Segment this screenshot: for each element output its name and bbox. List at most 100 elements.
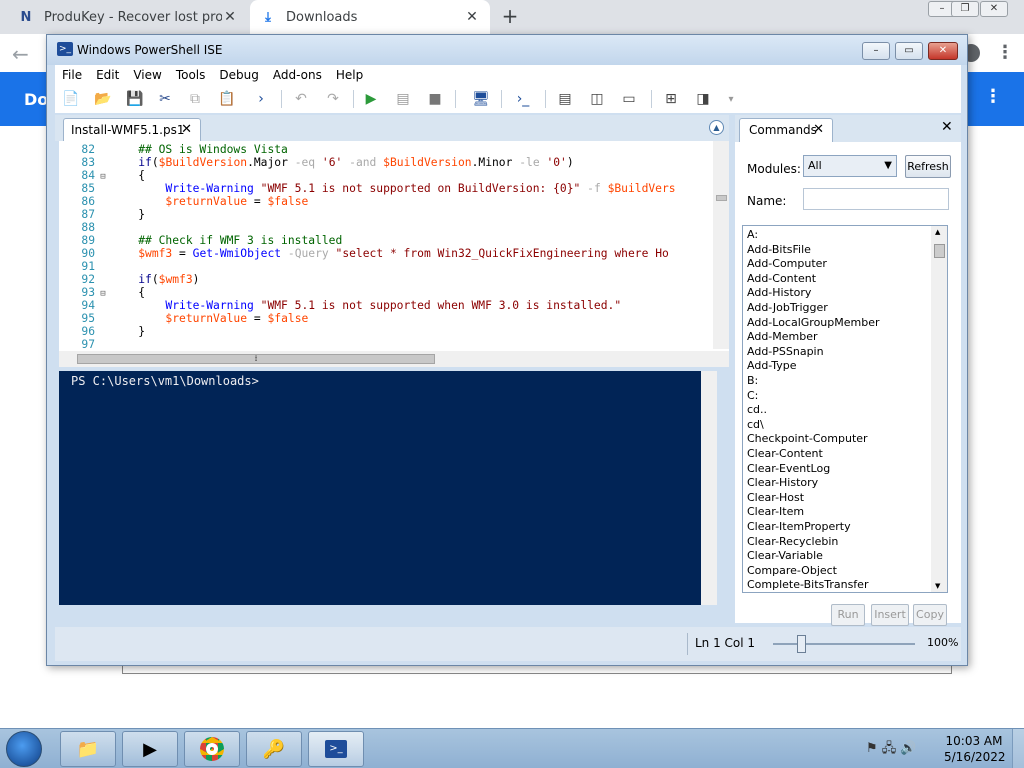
toolbar-overflow-icon[interactable]: ▾ (721, 89, 741, 109)
show-desktop-button[interactable] (1012, 729, 1024, 768)
copy-button[interactable]: Copy (913, 604, 947, 626)
commands-list[interactable]: A: Add-BitsFile Add-Computer Add-Content Add… (742, 225, 948, 593)
system-tray-icons[interactable]: ⚑ 🖧 🔊 (866, 739, 917, 761)
command-list-item[interactable]: Add-Type (747, 359, 797, 373)
command-list-item[interactable]: Clear-Recyclebin (747, 535, 838, 549)
clock-time[interactable]: 10:03 AM (944, 734, 1004, 748)
command-list-item[interactable]: C: (747, 389, 758, 403)
code-line[interactable]: 87 } (59, 208, 709, 221)
command-list-item[interactable]: Add-Content (747, 272, 816, 286)
close-commands-tab-icon[interactable]: ✕ (813, 119, 824, 141)
close-tab-icon[interactable]: ✕ (464, 9, 480, 25)
close-pane-icon[interactable]: ✕ (941, 119, 953, 135)
close-tab-icon[interactable]: ✕ (222, 9, 238, 25)
command-list-item[interactable]: Clear-EventLog (747, 462, 830, 476)
insert-button[interactable]: Insert (871, 604, 909, 626)
code-line[interactable]: 97 (59, 338, 709, 351)
menu-addons[interactable]: Add-ons (266, 68, 329, 82)
command-list-item[interactable]: A: (747, 228, 758, 242)
command-list-item[interactable]: cd.. (747, 403, 767, 417)
code-line[interactable]: 93 ⊟ { (59, 286, 709, 299)
console-pane[interactable]: PS C:\Users\vm1\Downloads> (59, 371, 713, 605)
tab-commands[interactable]: Commands ✕ (739, 118, 833, 142)
browser-tab-downloads[interactable]: ⤓ Downloads ✕ (250, 0, 490, 34)
show-command-addon-icon[interactable]: ◨ (693, 89, 713, 109)
code-line[interactable]: 91 (59, 260, 709, 273)
command-list-item[interactable]: Checkpoint-Computer (747, 432, 868, 446)
menu-edit[interactable]: Edit (89, 68, 126, 82)
command-list-item[interactable]: cd\ (747, 418, 764, 432)
command-list-item[interactable]: Clear-Variable (747, 549, 823, 563)
name-filter-input[interactable] (803, 188, 949, 210)
ise-titlebar[interactable]: >_ Windows PowerShell ISE – ▭ ✕ (47, 35, 967, 65)
browser-menu-icon[interactable]: ⋮ (996, 42, 1014, 63)
paste-icon[interactable]: 📋 (217, 89, 237, 109)
layout-top-icon[interactable]: ▤ (555, 89, 575, 109)
code-line[interactable]: 82 ## OS is Windows Vista (59, 143, 709, 156)
new-tab-button[interactable]: + (500, 6, 520, 26)
stop-icon[interactable]: ■ (425, 89, 445, 109)
remote-powershell-icon[interactable]: 🖥 (471, 89, 491, 109)
code-line[interactable]: 90 $wmf3 = Get-WmiObject -Query "select … (59, 247, 709, 260)
commands-list-scrollbar[interactable]: ▲ ▼ (931, 226, 947, 592)
command-list-item[interactable]: Add-BitsFile (747, 243, 811, 257)
editor-horizontal-scrollbar[interactable]: ⁞ (59, 351, 729, 367)
start-powershell-icon[interactable]: ›_ (513, 89, 533, 109)
code-line[interactable]: 86 $returnValue = $false (59, 195, 709, 208)
command-list-item[interactable]: Add-PSSnapin (747, 345, 824, 359)
undo-icon[interactable]: ↶ (291, 89, 311, 109)
show-command-window-icon[interactable]: ⊞ (661, 89, 681, 109)
close-button[interactable]: ✕ (928, 42, 958, 60)
browser-close-button[interactable]: ✕ (980, 1, 1008, 17)
console-scrollbar[interactable] (701, 371, 717, 605)
browser-restore-button[interactable]: ❐ (951, 1, 979, 17)
menu-help[interactable]: Help (329, 68, 370, 82)
run-script-icon[interactable]: ▶ (361, 89, 381, 109)
back-arrow-icon[interactable]: ← (12, 42, 29, 66)
command-list-item[interactable]: Clear-Host (747, 491, 804, 505)
menu-debug[interactable]: Debug (212, 68, 265, 82)
command-list-item[interactable]: Compare-Object (747, 564, 837, 578)
run-button[interactable]: Run (831, 604, 865, 626)
command-list-item[interactable]: Add-History (747, 286, 811, 300)
collapse-script-pane-icon[interactable]: ▲ (709, 120, 724, 135)
chrome-icon[interactable] (184, 731, 240, 767)
command-list-item[interactable]: Clear-History (747, 476, 818, 490)
new-file-icon[interactable]: 📄 (61, 89, 81, 109)
menu-file[interactable]: File (55, 68, 89, 82)
code-line[interactable]: 88 (59, 221, 709, 234)
command-list-item[interactable]: B: (747, 374, 758, 388)
clock-date[interactable]: 5/16/2022 (944, 750, 1006, 764)
powershell-run-icon[interactable]: › (251, 89, 271, 109)
copy-icon[interactable]: ⧉ (185, 89, 205, 109)
browser-tab-produkey[interactable]: N ProduKey - Recover lost product ✕ (8, 0, 248, 34)
command-list-item[interactable]: Add-JobTrigger (747, 301, 828, 315)
start-button[interactable] (6, 731, 42, 767)
command-list-item[interactable]: Clear-ItemProperty (747, 520, 851, 534)
tab-install-wmf[interactable]: Install-WMF5.1.ps1 ✕ (63, 118, 201, 141)
code-line[interactable]: 89 ## Check if WMF 3 is installed (59, 234, 709, 247)
command-list-item[interactable]: Add-LocalGroupMember (747, 316, 880, 330)
command-list-item[interactable]: Clear-Content (747, 447, 823, 461)
explorer-icon[interactable]: 📁 (60, 731, 116, 767)
command-list-item[interactable]: Add-Member (747, 330, 818, 344)
code-line[interactable]: 96 } (59, 325, 709, 338)
code-line[interactable]: 84 ⊟ { (59, 169, 709, 182)
script-editor[interactable]: 82 ## OS is Windows Vista 83 if($BuildVer… (59, 141, 729, 367)
layout-max-icon[interactable]: ▭ (619, 89, 639, 109)
cut-icon[interactable]: ✂ (155, 89, 175, 109)
zoom-slider[interactable] (773, 643, 915, 645)
code-line[interactable]: 83 if($BuildVersion.Major -eq '6' -and $… (59, 156, 709, 169)
command-list-item[interactable]: Clear-Item (747, 505, 804, 519)
code-line[interactable]: 94 Write-Warning "WMF 5.1 is not support… (59, 299, 709, 312)
powershell-taskbar-icon[interactable]: >_ (308, 731, 364, 767)
minimize-button[interactable]: – (862, 42, 890, 60)
save-icon[interactable]: 💾 (125, 89, 145, 109)
redo-icon[interactable]: ↷ (323, 89, 343, 109)
close-tab-icon[interactable]: ✕ (181, 122, 192, 137)
code-line[interactable]: 85 Write-Warning "WMF 5.1 is not support… (59, 182, 709, 195)
zoom-slider-thumb[interactable] (797, 635, 806, 653)
media-player-icon[interactable]: ▶ (122, 731, 178, 767)
key-tool-icon[interactable]: 🔑 (246, 731, 302, 767)
command-list-item[interactable]: Complete-BitsTransfer (747, 578, 868, 592)
